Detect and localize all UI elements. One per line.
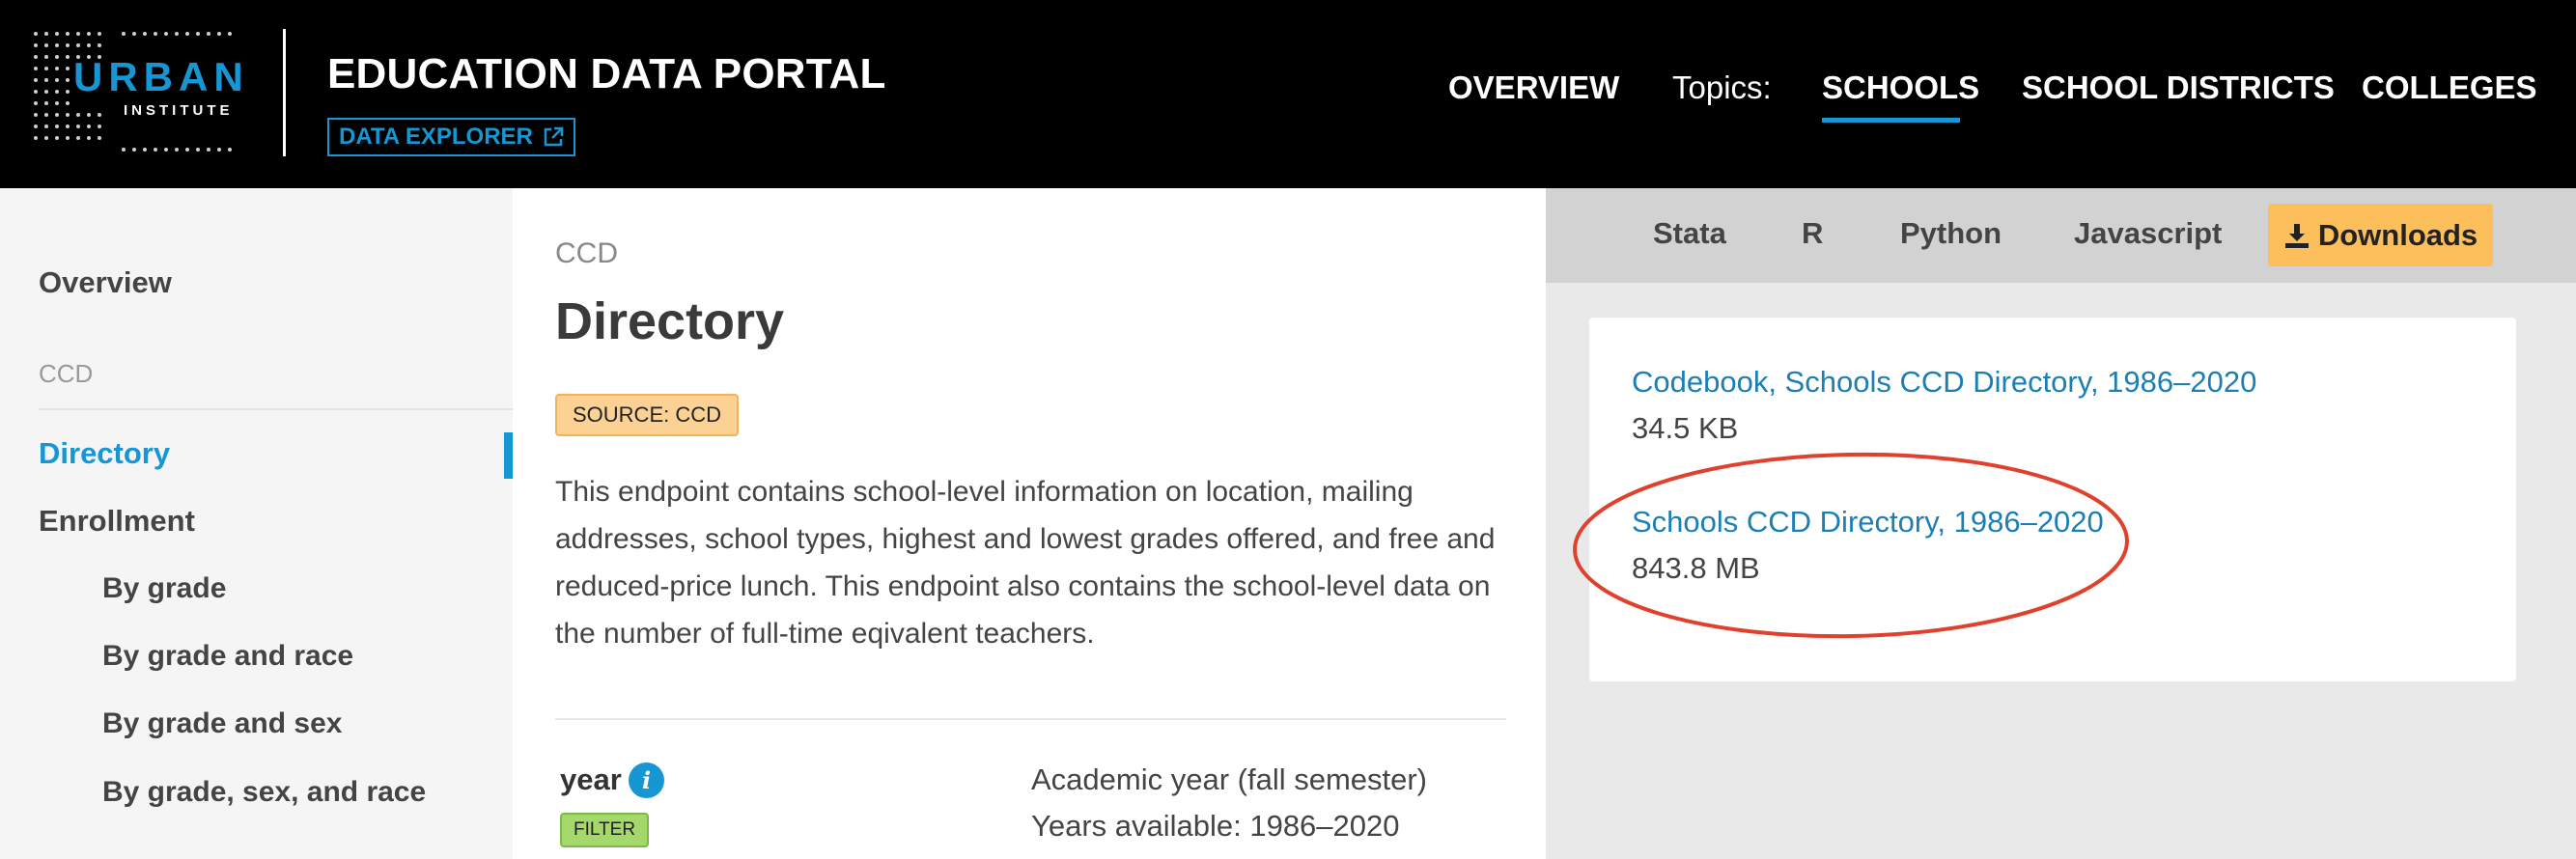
logo-wordmark-institute: INSTITUTE [124,102,234,119]
header-divider [283,29,286,156]
sidebar-divider [39,408,513,410]
downloads-label: Downloads [2317,217,2478,252]
nav-schools[interactable]: SCHOOLS [1822,69,1979,118]
nav-school-districts[interactable]: SCHOOL DISTRICTS [2022,69,2335,118]
data-explorer-button[interactable]: DATA EXPLORER [327,118,575,156]
breadcrumb-ccd: CCD [555,237,618,269]
urban-institute-logo[interactable]: URBAN INSTITUTE [31,29,243,154]
sidebar-item-enrollment[interactable]: Enrollment [39,504,195,539]
sidebar-active-indicator [504,432,513,479]
data-explorer-label: DATA EXPLORER [339,124,533,150]
nav-overview[interactable]: OVERVIEW [1448,69,1619,118]
field-name-year: year [560,762,622,796]
sidebar: Overview CCD Directory Enrollment By gra… [0,188,513,859]
source-badge: SOURCE: CCD [555,394,740,436]
file-size-codebook: 34.5 KB [1632,411,1739,445]
nav-topics-label: Topics: [1672,69,1772,105]
sidebar-item-by-grade-and-sex[interactable]: By grade and sex [102,707,342,740]
download-icon [2284,223,2309,248]
tab-javascript[interactable]: Javascript [2074,216,2222,251]
sidebar-item-directory[interactable]: Directory [39,436,170,471]
info-icon[interactable]: i [629,762,664,798]
sidebar-section-ccd: CCD [39,359,94,388]
field-description: Academic year (fall semester) [1031,762,1428,796]
top-header: URBAN INSTITUTE EDUCATION DATA PORTAL DA… [0,0,2576,188]
file-link-directory[interactable]: Schools CCD Directory, 1986–2020 [1632,505,2104,540]
tab-python[interactable]: Python [1900,216,2002,251]
filter-badge: FILTER [560,813,650,847]
sidebar-item-by-grade-sex-and-race[interactable]: By grade, sex, and race [102,776,426,809]
sidebar-item-overview[interactable]: Overview [39,265,172,300]
file-size-directory: 843.8 MB [1632,551,1760,585]
page-title: Directory [555,292,785,350]
nav-active-underline [1822,118,1960,123]
nav-colleges[interactable]: COLLEGES [2362,69,2537,118]
field-years-available: Years available: 1986–2020 [1031,809,1400,843]
sidebar-item-by-grade[interactable]: By grade [102,572,226,605]
external-link-icon [544,126,564,147]
tab-stata[interactable]: Stata [1653,216,1726,251]
file-link-codebook[interactable]: Codebook, Schools CCD Directory, 1986–20… [1632,365,2256,400]
content-divider [555,718,1506,720]
logo-wordmark-urban: URBAN [73,54,249,99]
portal-title[interactable]: EDUCATION DATA PORTAL [327,50,886,98]
downloads-button[interactable]: Downloads [2268,204,2493,266]
tab-r[interactable]: R [1802,216,1823,251]
sidebar-item-by-grade-and-race[interactable]: By grade and race [102,640,353,673]
endpoint-description: This endpoint contains school-level info… [555,476,1496,650]
